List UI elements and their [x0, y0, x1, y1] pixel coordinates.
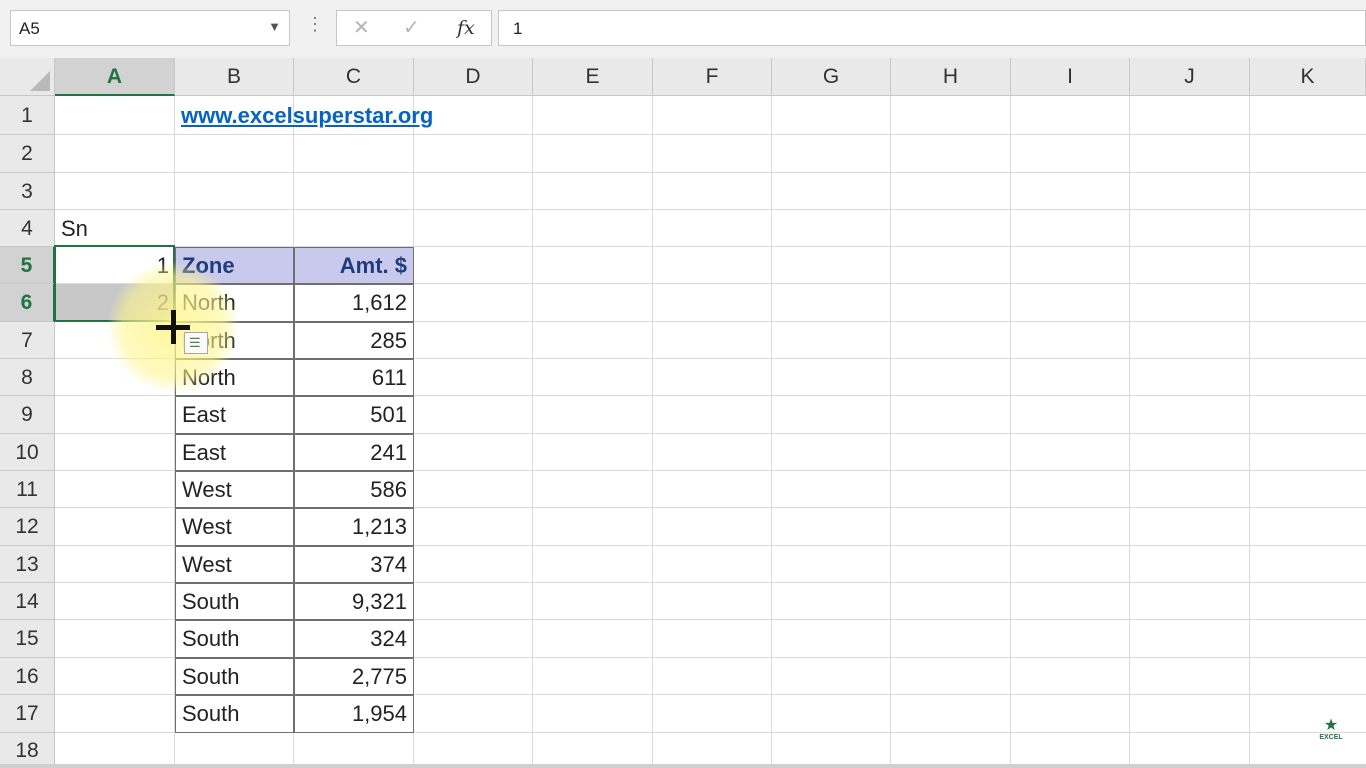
col-header-a[interactable]: A: [55, 58, 175, 96]
name-box-value: A5: [19, 19, 40, 38]
table-cell-zone[interactable]: South: [175, 695, 294, 733]
table-cell-amount[interactable]: 285: [294, 322, 414, 359]
col-header-i[interactable]: I: [1011, 58, 1130, 96]
table-cell-amount[interactable]: 374: [294, 546, 414, 583]
col-header-h[interactable]: H: [891, 58, 1011, 96]
gridline-horizontal: [55, 209, 1366, 210]
table-cell-amount[interactable]: 1,954: [294, 695, 414, 733]
gridline-vertical: [1010, 96, 1011, 768]
col-header-c[interactable]: C: [294, 58, 414, 96]
table-cell-amount[interactable]: 241: [294, 434, 414, 471]
col-header-k[interactable]: K: [1250, 58, 1366, 96]
row-header-15[interactable]: 15: [0, 620, 55, 658]
more-options-icon[interactable]: ⋮: [306, 14, 324, 35]
horizontal-scrollbar[interactable]: [0, 764, 1366, 768]
star-icon: ★: [1323, 717, 1339, 734]
row-header-8[interactable]: 8: [0, 359, 55, 396]
table-cell-amount[interactable]: 586: [294, 471, 414, 508]
autofill-options-icon[interactable]: ☰: [184, 332, 208, 354]
table-cell-zone[interactable]: West: [175, 508, 294, 546]
cancel-icon[interactable]: ✕: [353, 15, 370, 40]
gridline-horizontal: [55, 172, 1366, 173]
table-cell-zone[interactable]: South: [175, 583, 294, 620]
table-cell-amount[interactable]: 324: [294, 620, 414, 658]
spreadsheet-grid: ABCDEFGHIJK 1 2 3 4 5 6 7 8 9 10 11 12 13 14 15 16 17 18 …: [0, 58, 1366, 768]
col-header-g[interactable]: G: [772, 58, 891, 96]
row-header-17[interactable]: 17: [0, 695, 55, 733]
table-cell-amount[interactable]: 1,213: [294, 508, 414, 546]
website-link[interactable]: www.excelsuperstar.org: [181, 103, 433, 128]
col-header-f[interactable]: F: [653, 58, 772, 96]
select-all-triangle-icon: [30, 71, 50, 91]
gridline-vertical: [890, 96, 891, 768]
enter-icon[interactable]: ✓: [403, 15, 420, 40]
row-header-12[interactable]: 12: [0, 508, 55, 546]
row-header-7[interactable]: 7: [0, 322, 55, 359]
gridline-vertical: [652, 96, 653, 768]
row-header-16[interactable]: 16: [0, 658, 55, 695]
row-header-1[interactable]: 1: [0, 96, 55, 135]
table-header-amount[interactable]: Amt. $: [294, 247, 414, 284]
brand-logo: ★ EXCEL: [1314, 718, 1348, 750]
table-cell-amount[interactable]: 2,775: [294, 658, 414, 695]
table-cell-amount[interactable]: 9,321: [294, 583, 414, 620]
row-header-14[interactable]: 14: [0, 583, 55, 620]
row-header-4[interactable]: 4: [0, 210, 55, 247]
row-header-2[interactable]: 2: [0, 135, 55, 173]
row-header-11[interactable]: 11: [0, 471, 55, 508]
row-header-18[interactable]: 18: [0, 733, 55, 768]
crosshair-cursor-icon-v: [171, 310, 176, 344]
row-header-6[interactable]: 6: [0, 284, 55, 322]
name-box[interactable]: A5 ▼: [10, 10, 290, 46]
formula-bar: A5 ▼ ⋮ ✕ ✓ fx 1: [0, 0, 1366, 59]
table-cell-zone[interactable]: West: [175, 471, 294, 508]
row-header-3[interactable]: 3: [0, 173, 55, 210]
logo-text: EXCEL: [1319, 734, 1343, 741]
table-cell-zone[interactable]: East: [175, 396, 294, 434]
row-header-5[interactable]: 5: [0, 247, 55, 284]
gridline-vertical: [771, 96, 772, 768]
col-header-d[interactable]: D: [414, 58, 533, 96]
gridline-vertical: [1129, 96, 1130, 768]
select-all-button[interactable]: [0, 58, 55, 96]
formula-value: 1: [513, 19, 523, 38]
table-cell-amount[interactable]: 1,612: [294, 284, 414, 322]
cell-a4[interactable]: Sn: [55, 210, 175, 247]
insert-function-icon[interactable]: fx: [457, 17, 475, 39]
table-cell-zone[interactable]: West: [175, 546, 294, 583]
table-cell-amount[interactable]: 611: [294, 359, 414, 396]
col-header-b[interactable]: B: [175, 58, 294, 96]
table-cell-zone[interactable]: East: [175, 434, 294, 471]
cell-b1[interactable]: www.excelsuperstar.org: [175, 98, 439, 134]
table-cell-amount[interactable]: 501: [294, 396, 414, 434]
chevron-down-icon[interactable]: ▼: [268, 19, 281, 34]
table-cell-zone[interactable]: South: [175, 620, 294, 658]
gridline-vertical: [1249, 96, 1250, 768]
gridline-vertical: [532, 96, 533, 768]
table-cell-zone[interactable]: South: [175, 658, 294, 695]
formula-input[interactable]: 1: [498, 10, 1366, 46]
gridline-horizontal: [55, 134, 1366, 135]
row-header-10[interactable]: 10: [0, 434, 55, 471]
row-header-13[interactable]: 13: [0, 546, 55, 583]
col-header-j[interactable]: J: [1130, 58, 1250, 96]
row-header-9[interactable]: 9: [0, 396, 55, 434]
col-header-e[interactable]: E: [533, 58, 653, 96]
formula-buttons: ✕ ✓ fx: [336, 10, 492, 46]
